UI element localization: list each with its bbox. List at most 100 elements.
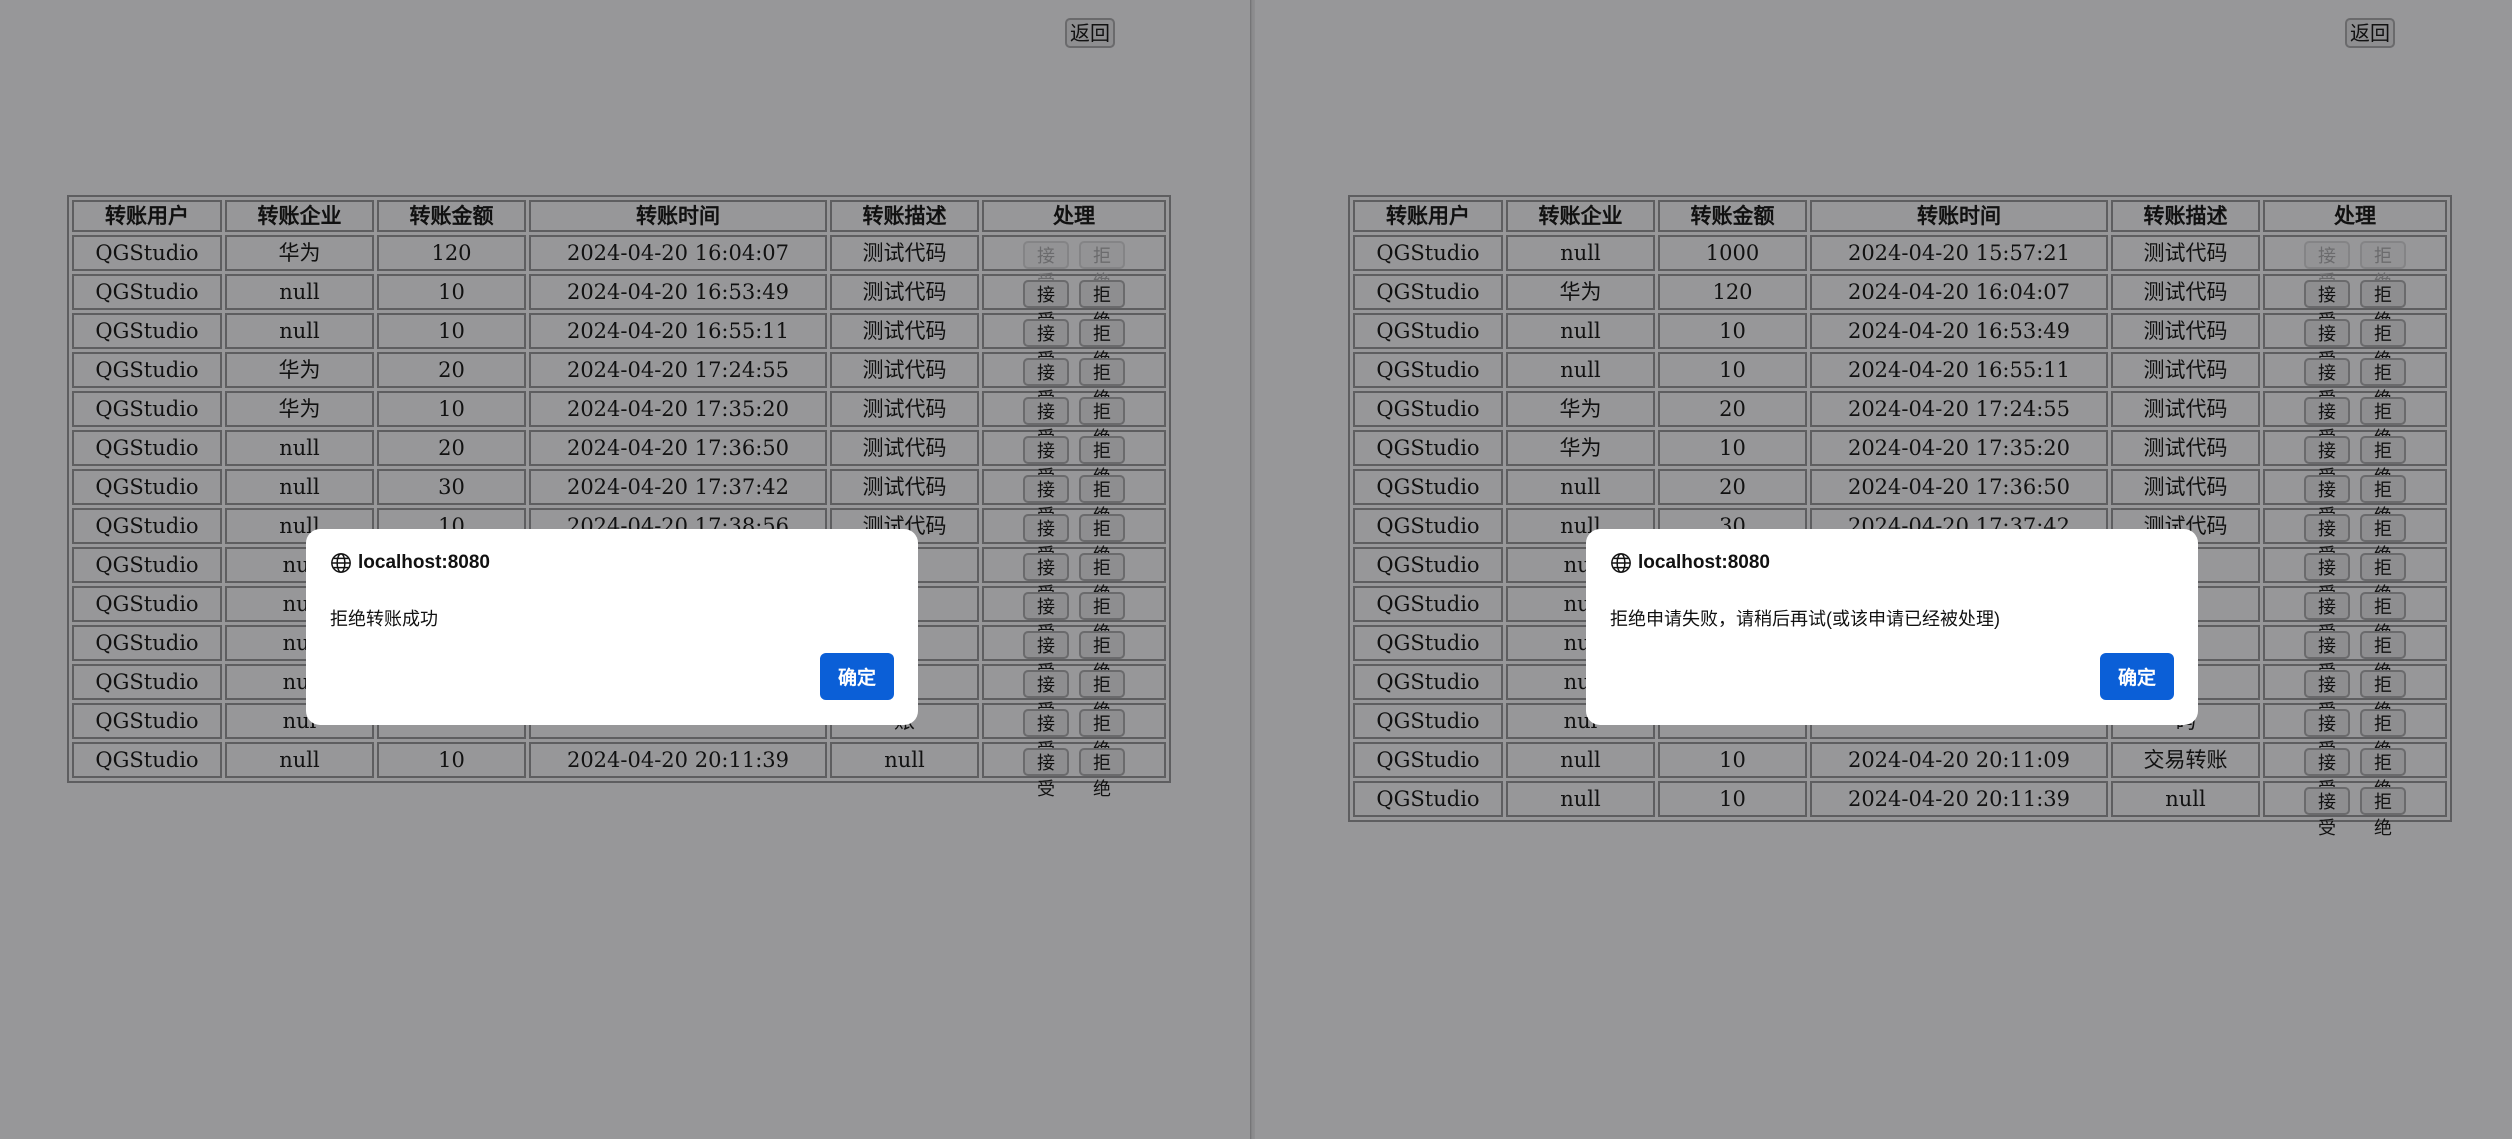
accept-button[interactable]: 接受 <box>1023 630 1069 683</box>
reject-button[interactable]: 拒绝 <box>1079 630 1125 683</box>
reject-button[interactable]: 拒绝 <box>2360 357 2406 410</box>
accept-button[interactable]: 接受 <box>1023 747 1069 800</box>
cell-amount: 10 <box>1658 313 1807 349</box>
cell-description: 测试代码 <box>830 352 979 388</box>
reject-button[interactable]: 拒绝 <box>1079 318 1125 371</box>
accept-button[interactable]: 接受 <box>1023 669 1069 722</box>
table-row: QGStudio华为202024-04-20 17:24:55测试代码接受拒绝 <box>1353 391 2447 449</box>
accept-button[interactable]: 接受 <box>2304 318 2350 371</box>
reject-button[interactable]: 拒绝 <box>2360 630 2406 683</box>
cell-user: QGStudio <box>72 586 222 622</box>
cell-user: QGStudio <box>72 547 222 583</box>
accept-button[interactable]: 接受 <box>1023 279 1069 332</box>
cell-user: QGStudio <box>72 703 222 739</box>
cell-user: QGStudio <box>1353 664 1503 700</box>
header-amount: 转账金额 <box>377 200 526 232</box>
reject-button[interactable]: 拒绝 <box>2360 474 2406 527</box>
cell-company: null <box>1506 469 1655 505</box>
accept-button[interactable]: 接受 <box>2304 786 2350 839</box>
accept-button[interactable]: 接受 <box>1023 552 1069 605</box>
globe-icon <box>331 553 351 573</box>
ok-button[interactable]: 确定 <box>820 653 894 700</box>
ok-button[interactable]: 确定 <box>2100 653 2174 700</box>
header-action: 处理 <box>2263 200 2447 232</box>
reject-button[interactable]: 拒绝 <box>2360 786 2406 839</box>
accept-button[interactable]: 接受 <box>2304 279 2350 332</box>
cell-action: 接受拒绝 <box>2263 352 2447 410</box>
reject-button[interactable]: 拒绝 <box>2360 708 2406 761</box>
cell-amount: 30 <box>377 469 526 505</box>
accept-button[interactable]: 接受 <box>2304 513 2350 566</box>
accept-button[interactable]: 接受 <box>2304 552 2350 605</box>
reject-button[interactable]: 拒绝 <box>1079 435 1125 488</box>
transfer-table: 转账用户 转账企业 转账金额 转账时间 转账描述 处理 QGStudio null… <box>1348 195 2452 839</box>
accept-button[interactable]: 接受 <box>1023 474 1069 527</box>
reject-button[interactable]: 拒绝 <box>2360 396 2406 449</box>
reject-button: 拒绝 <box>2360 240 2406 293</box>
reject-button[interactable]: 拒绝 <box>1079 279 1125 332</box>
cell-description: 测试代码 <box>2111 274 2260 310</box>
cell-amount: 10 <box>1658 742 1807 778</box>
cell-company: null <box>1506 235 1655 271</box>
reject-button[interactable]: 拒绝 <box>2360 669 2406 722</box>
accept-button[interactable]: 接受 <box>1023 435 1069 488</box>
cell-user: QGStudio <box>1353 508 1503 544</box>
cell-company: 华为 <box>225 235 374 271</box>
table-row: QGStudionull102024-04-20 16:53:49测试代码接受拒… <box>1353 313 2447 371</box>
accept-button[interactable]: 接受 <box>2304 747 2350 800</box>
cell-description: 测试代码 <box>830 235 979 271</box>
accept-button[interactable]: 接受 <box>2304 474 2350 527</box>
reject-button[interactable]: 拒绝 <box>2360 513 2406 566</box>
reject-button[interactable]: 拒绝 <box>1079 396 1125 449</box>
reject-button[interactable]: 拒绝 <box>2360 279 2406 332</box>
accept-button[interactable]: 接受 <box>2304 435 2350 488</box>
cell-description: 测试代码 <box>2111 430 2260 466</box>
cell-amount: 10 <box>377 274 526 310</box>
reject-button[interactable]: 拒绝 <box>2360 318 2406 371</box>
dialog-header: localhost:8080 <box>330 552 490 574</box>
reject-button[interactable]: 拒绝 <box>1079 357 1125 410</box>
reject-button[interactable]: 拒绝 <box>2360 591 2406 644</box>
reject-button[interactable]: 拒绝 <box>2360 552 2406 605</box>
reject-button[interactable]: 拒绝 <box>1079 474 1125 527</box>
cell-company: null <box>225 742 374 778</box>
reject-button[interactable]: 拒绝 <box>1079 552 1125 605</box>
cell-action: 接受拒绝 <box>982 742 1166 800</box>
accept-button[interactable]: 接受 <box>1023 357 1069 410</box>
back-button[interactable]: 返回 <box>1065 18 1115 48</box>
accept-button[interactable]: 接受 <box>2304 630 2350 683</box>
reject-button[interactable]: 拒绝 <box>1079 591 1125 644</box>
table-row: QGStudio null 1000 2024-04-20 15:57:21 测试代码接… <box>1353 235 2447 293</box>
reject-button[interactable]: 拒绝 <box>1079 669 1125 722</box>
cell-company: null <box>225 469 374 505</box>
reject-button[interactable]: 拒绝 <box>2360 747 2406 800</box>
cell-amount: 20 <box>1658 391 1807 427</box>
left-browser-pane: 返回 转账用户 转账企业 转账金额 转账时间 转账描述 处理 QGStudio 华… <box>0 0 1250 1139</box>
reject-button[interactable]: 拒绝 <box>1079 708 1125 761</box>
reject-button[interactable]: 拒绝 <box>2360 435 2406 488</box>
cell-amount: 120 <box>1658 274 1807 310</box>
back-button[interactable]: 返回 <box>2345 18 2395 48</box>
cell-company: null <box>1506 742 1655 778</box>
reject-button[interactable]: 拒绝 <box>1079 513 1125 566</box>
cell-amount: 10 <box>377 313 526 349</box>
accept-button[interactable]: 接受 <box>2304 396 2350 449</box>
accept-button[interactable]: 接受 <box>2304 591 2350 644</box>
cell-company: 华为 <box>1506 391 1655 427</box>
table-row: QGStudionull302024-04-20 17:37:42测试代码接受拒… <box>72 469 1166 527</box>
accept-button[interactable]: 接受 <box>2304 357 2350 410</box>
accept-button[interactable]: 接受 <box>1023 513 1069 566</box>
table-row: QGStudio华为102024-04-20 17:35:20测试代码接受拒绝 <box>72 391 1166 449</box>
dialog-message: 拒绝转账成功 <box>330 609 438 629</box>
accept-button[interactable]: 接受 <box>1023 708 1069 761</box>
accept-button[interactable]: 接受 <box>1023 318 1069 371</box>
reject-button[interactable]: 拒绝 <box>1079 747 1125 800</box>
cell-action: 接受拒绝 <box>982 274 1166 332</box>
accept-button[interactable]: 接受 <box>1023 396 1069 449</box>
cell-action: 接受拒绝 <box>982 235 1166 293</box>
accept-button[interactable]: 接受 <box>2304 708 2350 761</box>
accept-button[interactable]: 接受 <box>1023 591 1069 644</box>
accept-button[interactable]: 接受 <box>2304 669 2350 722</box>
cell-time: 2024-04-20 16:53:49 <box>529 274 827 310</box>
dialog-message: 拒绝申请失败，请稍后再试(或该申请已经被处理) <box>1610 609 2000 629</box>
